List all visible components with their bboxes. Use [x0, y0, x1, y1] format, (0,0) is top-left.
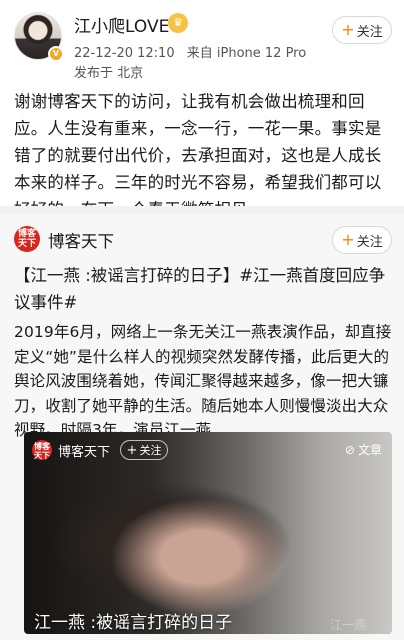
- article-tag: ⊘ 文章: [345, 441, 382, 458]
- post-meta: 22-12-20 12:10 来自 iPhone 12 Pro: [74, 42, 314, 61]
- article-tag-label: 文章: [357, 443, 382, 457]
- author-name[interactable]: 江小爬LOVE: [74, 12, 169, 37]
- plus-icon: +: [341, 20, 355, 39]
- repost-title[interactable]: 【江一燕 :被谣言打碎的日子】#江一燕首度回应争议事件#: [14, 262, 392, 316]
- article-caption: 江一燕 :被谣言打碎的日子: [34, 613, 233, 633]
- source-avatar[interactable]: 博客天下: [14, 226, 40, 252]
- article-source-logo: 博客天下: [32, 440, 52, 460]
- source-follow-label: 关注: [356, 234, 383, 250]
- follow-label: 关注: [356, 24, 383, 40]
- post-timestamp: 22-12-20 12:10: [74, 46, 175, 61]
- source-follow-button[interactable]: + 关注: [332, 226, 392, 254]
- post-text: 谢谢博客天下的访问，让我有机会做出梳理和回应。人生没有重来，一念一行，一花一果。…: [14, 92, 382, 219]
- follow-button[interactable]: + 关注: [332, 16, 392, 44]
- section-divider: [0, 206, 404, 214]
- post-device: 来自 iPhone 12 Pro: [186, 46, 307, 61]
- repost-body: 2019年6月，网络上一条无关江一燕表演作品，却直接定义“她”是什么样人的视频突…: [14, 323, 392, 439]
- article-follow-label: 关注: [139, 444, 162, 457]
- post-location: 发布于 北京: [74, 66, 144, 81]
- article-caption-watermark: 江一燕: [330, 618, 367, 632]
- post-header: V 江小爬LOVE ♛ 22-12-20 12:10 来自 iPhone 12 …: [0, 0, 404, 82]
- article-thumbnail[interactable]: 博客天下 博客天下 + 关注 ⊘ 文章 江一燕 :被谣言打碎的日子 江一燕: [24, 432, 392, 634]
- plus-icon: +: [341, 230, 355, 249]
- source-name[interactable]: 博客天下: [48, 228, 114, 252]
- verified-badge-icon: V: [48, 46, 64, 62]
- link-icon: ⊘: [344, 442, 355, 457]
- crown-icon: ♛: [168, 13, 188, 33]
- article-source-name: 博客天下: [58, 445, 111, 460]
- article-follow-button[interactable]: + 关注: [120, 440, 168, 460]
- plus-icon: +: [126, 442, 138, 458]
